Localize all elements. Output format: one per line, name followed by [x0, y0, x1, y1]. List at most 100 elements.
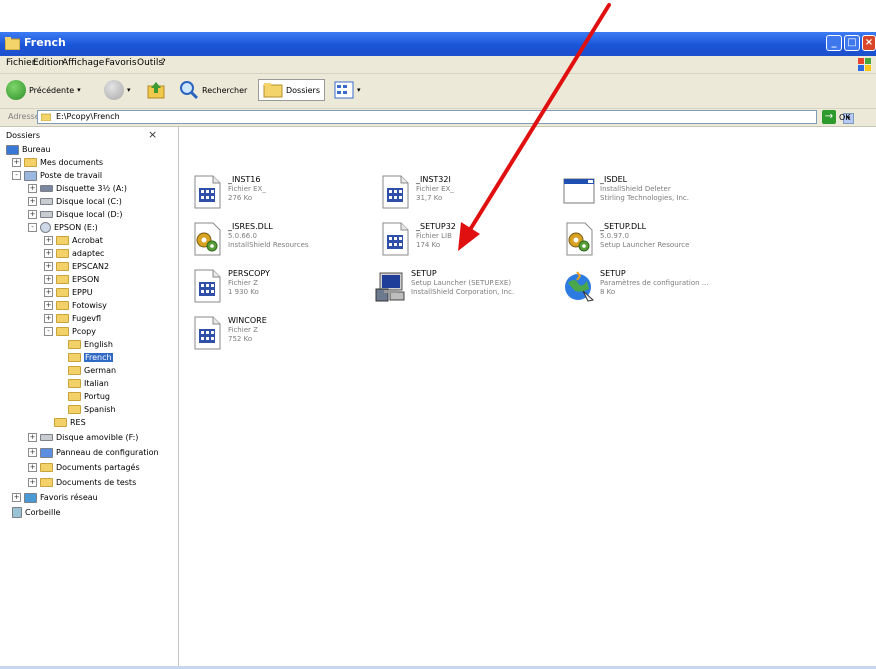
folders-button[interactable]: Dossiers: [258, 79, 325, 101]
forward-button[interactable]: ▾: [104, 79, 131, 101]
tree-item[interactable]: + EPSON: [44, 273, 99, 286]
title-bar[interactable]: French _ □ ×: [0, 32, 876, 56]
tree-item[interactable]: French: [68, 351, 113, 364]
expand-icon[interactable]: +: [44, 314, 53, 323]
network-icon: [24, 492, 37, 503]
folder-icon: [68, 340, 81, 349]
file-name: SETUP: [600, 269, 626, 278]
expand-icon[interactable]: +: [28, 197, 37, 206]
tree-item-label: Fotowisy: [72, 301, 107, 310]
menu-favorites[interactable]: Favoris: [105, 58, 137, 68]
expand-icon[interactable]: +: [44, 249, 53, 258]
tree-item[interactable]: + Mes documents: [12, 156, 103, 169]
tree-item[interactable]: Bureau: [6, 143, 51, 156]
tree-item[interactable]: - Poste de travail: [12, 169, 102, 182]
tree-item[interactable]: - EPSON (E:): [28, 221, 98, 234]
tree-item[interactable]: + Panneau de configuration: [28, 446, 159, 459]
tree-item[interactable]: - Pcopy: [44, 325, 96, 338]
file-name: _ISRES.DLL: [228, 222, 273, 231]
windows-logo-icon: [858, 58, 871, 71]
search-button[interactable]: Rechercher: [179, 79, 247, 101]
collapse-icon[interactable]: -: [28, 223, 37, 232]
tree-item[interactable]: Italian: [68, 377, 109, 390]
menu-tools[interactable]: Outils: [137, 58, 163, 68]
back-button[interactable]: Précédente ▾: [6, 79, 81, 101]
maximize-button[interactable]: □: [844, 35, 860, 51]
control-panel-icon: [40, 447, 53, 458]
expand-icon[interactable]: +: [28, 210, 37, 219]
expand-icon[interactable]: +: [44, 236, 53, 245]
file-item[interactable]: SETUP Setup Launcher (SETUP.EXE) InstallSh…: [374, 267, 554, 311]
expand-icon[interactable]: +: [28, 463, 37, 472]
file-item[interactable]: _INST16 Fichier EX_ 276 Ko: [191, 173, 371, 217]
file-item[interactable]: _INST32I Fichier EX_ 31,7 Ko: [379, 173, 559, 217]
tree-item[interactable]: + Acrobat: [44, 234, 103, 247]
collapse-icon[interactable]: -: [44, 327, 53, 336]
collapse-icon[interactable]: -: [12, 171, 21, 180]
expand-icon[interactable]: +: [44, 262, 53, 271]
expand-icon[interactable]: +: [28, 433, 37, 442]
tree-item[interactable]: Spanish: [68, 403, 116, 416]
views-button[interactable]: ▾: [334, 79, 361, 101]
file-item[interactable]: WINCORE Fichier Z 752 Ko: [191, 314, 371, 358]
tree-item-label: EPSCAN2: [72, 262, 110, 271]
tree-item[interactable]: Portug: [68, 390, 110, 403]
drive-icon: [40, 211, 53, 218]
tree-item[interactable]: + Fugevfl: [44, 312, 101, 325]
folder-icon: [68, 366, 81, 375]
file-item[interactable]: _ISDEL InstallShield Deleter Stirling Tech…: [563, 173, 743, 217]
tree-item[interactable]: RES: [54, 416, 86, 429]
file-item[interactable]: _ISRES.DLL 5.0.66.0 InstallShield Resource…: [191, 220, 371, 264]
recycle-bin-icon: [12, 507, 22, 518]
menu-view[interactable]: Affichage: [62, 58, 104, 68]
file-list: _INST16 Fichier EX_ 276 Ko _INST32I Fichier …: [179, 127, 876, 669]
tree-item[interactable]: + Disquette 3½ (A:): [28, 182, 127, 195]
cd-drive-icon: [40, 222, 51, 233]
folder-icon: [56, 262, 69, 271]
tree-item[interactable]: English: [68, 338, 113, 351]
file-item[interactable]: _SETUP32 Fichier LIB 174 Ko: [379, 220, 559, 264]
tree-item[interactable]: + Documents partagés: [28, 461, 140, 474]
file-type: InstallShield Deleter: [600, 185, 671, 193]
tree-item[interactable]: + EPSCAN2: [44, 260, 109, 273]
folder-pane-title: Dossiers: [6, 131, 40, 140]
expand-icon[interactable]: +: [28, 448, 37, 457]
tree-item[interactable]: + Disque local (C:): [28, 195, 122, 208]
expand-icon[interactable]: +: [44, 275, 53, 284]
tree-item[interactable]: + Disque local (D:): [28, 208, 122, 221]
address-input[interactable]: E:\Pcopy\French ▾: [37, 110, 854, 124]
tree-item[interactable]: + Documents de tests: [28, 476, 136, 489]
expand-icon[interactable]: +: [12, 158, 21, 167]
expand-icon[interactable]: +: [12, 493, 21, 502]
menu-help[interactable]: ?: [161, 58, 166, 68]
expand-icon[interactable]: +: [28, 478, 37, 487]
tree-item-label: Fugevfl: [72, 314, 102, 323]
tree-item[interactable]: + Disque amovible (F:): [28, 431, 138, 444]
folder-icon: [68, 405, 81, 414]
expand-icon[interactable]: +: [44, 301, 53, 310]
expand-icon[interactable]: +: [28, 184, 37, 193]
up-folder-button[interactable]: [146, 79, 166, 101]
drive-icon: [40, 434, 53, 441]
go-button[interactable]: → OK: [822, 110, 851, 124]
tree-item[interactable]: + Fotowisy: [44, 299, 107, 312]
minimize-button[interactable]: _: [826, 35, 842, 51]
file-item[interactable]: PERSCOPY Fichier Z1 930 Ko: [191, 267, 371, 311]
close-icon[interactable]: ×: [148, 128, 157, 141]
menu-edit[interactable]: Edition: [33, 58, 64, 68]
file-type: Fichier Z: [228, 279, 258, 287]
file-detail: 752 Ko: [228, 335, 253, 343]
tree-item[interactable]: + adaptec: [44, 247, 104, 260]
folder-pane: Dossiers × Bureau + Mes documents - Poste de…: [0, 127, 179, 669]
file-item[interactable]: _SETUP.DLL 5.0.97.0 Setup Launcher Resourc…: [563, 220, 743, 264]
tree-item[interactable]: + Favoris réseau: [12, 491, 98, 504]
folder-icon: [56, 314, 69, 323]
tree-item[interactable]: German: [68, 364, 116, 377]
close-button[interactable]: ×: [862, 35, 876, 51]
tree-item[interactable]: + EPPU: [44, 286, 93, 299]
file-item[interactable]: SETUP Paramètres de configuration ... 8 Ko: [563, 267, 743, 311]
expand-icon[interactable]: +: [44, 288, 53, 297]
menu-file[interactable]: Fichier: [6, 58, 35, 68]
file-type: Fichier EX_: [416, 185, 454, 193]
tree-item[interactable]: Corbeille: [12, 506, 60, 519]
